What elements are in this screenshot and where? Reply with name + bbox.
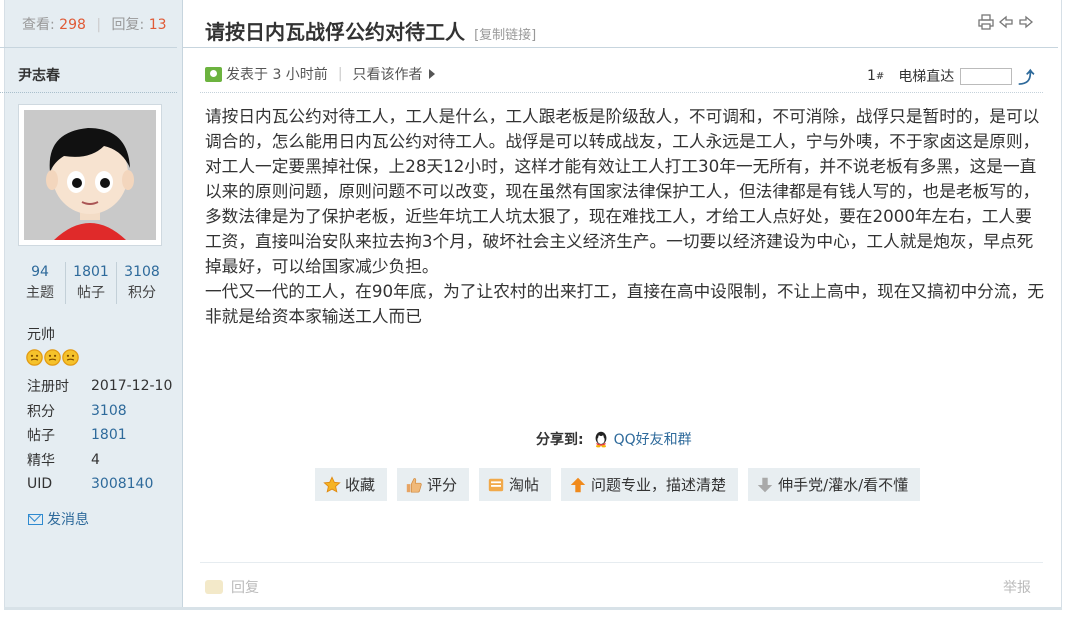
info-row: 帖子 1801 [27,423,172,448]
copy-link-button[interactable]: [复制链接] [474,28,536,43]
post-time: 发表于 3 小时前 [226,67,328,83]
replies-count: 13 [148,17,167,33]
collect-icon [487,476,505,494]
count-threads[interactable]: 94 主题 [15,262,65,304]
info-key: UID [27,476,53,493]
floor-sup: # [875,70,885,82]
info-value: 4 [91,451,100,468]
info-value-link[interactable]: 3108 [91,403,127,419]
posts-label: 帖子 [77,285,105,301]
oppose-button[interactable]: 伸手党/灌水/看不懂 [748,468,921,501]
avatar-image [24,110,156,240]
share-label: 分享到: [536,432,584,448]
threads-value: 94 [31,264,49,280]
post-paragraph: 一代又一代的工人，在90年底，为了让农村的出来打工，直接在高中设限制，不让上高中… [205,281,1044,326]
only-author-link[interactable]: 只看该作者 [353,64,423,84]
smiley-medal-icon [26,349,43,366]
info-value: 2017-12-10 [91,378,173,395]
replies-label: 回复: [111,17,145,33]
share-qq-link[interactable]: QQ好友和群 [614,429,692,449]
smiley-medal-icon [44,349,61,366]
views-count: 298 [59,17,86,33]
sidebar-top-divider [0,47,177,48]
star-icon [323,475,341,494]
floor-number: 1 [867,68,876,84]
bottom-divider [4,607,1062,610]
jump-floor-input[interactable] [960,67,1013,85]
thread-title-bar: 请按日内瓦战俘公约对待工人 [复制链接] [205,16,536,45]
rank-medals [26,349,79,366]
reply-label: 回复 [231,580,259,596]
meta-divider: | [337,66,343,82]
title-divider [182,47,1058,48]
rate-label: 评分 [427,476,458,494]
next-thread-icon[interactable] [1018,14,1034,30]
posts-value: 1801 [73,264,109,280]
info-value-link[interactable]: 3008140 [91,476,153,492]
post-actions: 收藏 评分 淘帖 问题专业，描述清楚 伸手党/灌水/看不懂 [315,468,921,501]
author-divider [0,92,177,93]
thread-stats: 查看: 298 | 回复: 13 [22,14,167,34]
jump-go-icon[interactable]: ⤴ [1018,64,1034,88]
oppose-label: 伸手党/灌水/看不懂 [778,476,909,494]
info-row: 注册时 2017-12-10 [27,374,172,399]
collect-label: 淘帖 [509,476,540,494]
mail-icon [28,513,43,525]
info-key: 帖子 [27,428,55,445]
post-meta: 发表于 3 小时前 | 只看该作者 [205,64,435,84]
online-user-icon [205,66,222,82]
info-value-link[interactable]: 1801 [91,427,127,443]
print-icon[interactable] [978,14,994,30]
send-message-label: 发消息 [47,512,89,528]
favorite-label: 收藏 [345,476,376,494]
report-link[interactable]: 举报 [1003,577,1031,597]
author-rank: 元帅 [27,327,55,343]
up-arrow-icon [569,476,587,494]
thumb-icon [405,476,423,494]
post-paragraph: 请按日内瓦公约对待工人，工人是什么，工人跟老板是阶级敌人，不可调和，不可消除，战… [205,106,1040,276]
avatar[interactable] [18,104,162,246]
stats-divider: | [96,17,102,33]
count-posts[interactable]: 1801 帖子 [65,262,116,304]
post-content: 请按日内瓦公约对待工人，工人是什么，工人跟老板是阶级敌人，不可调和，不可消除，战… [205,104,1047,329]
info-key: 积分 [27,403,55,420]
support-button[interactable]: 问题专业，描述清楚 [561,468,739,501]
reply-button[interactable]: 回复 [205,577,259,597]
send-message-link[interactable]: 发消息 [28,509,89,529]
rate-button[interactable]: 评分 [397,468,470,501]
title-tools [978,14,1034,30]
threads-label: 主题 [26,285,54,301]
author-info: 注册时 2017-12-10 积分 3108 帖子 1801 精华 4 UID … [27,374,172,497]
support-label: 问题专业，描述清楚 [591,476,727,494]
author-name[interactable]: 尹志春 [18,65,60,85]
page-title: 请按日内瓦战俘公约对待工人 [205,20,465,44]
reply-icon [205,580,223,594]
favorite-button[interactable]: 收藏 [315,468,388,501]
share-bar: 分享到: QQ好友和群 [536,429,692,449]
smiley-medal-icon [62,349,79,366]
credits-label: 积分 [128,285,156,301]
collect-button[interactable]: 淘帖 [479,468,552,501]
author-counts: 94 主题 1801 帖子 3108 积分 [15,262,167,304]
down-arrow-icon [756,476,774,494]
prev-thread-icon[interactable] [998,14,1014,30]
info-key: 精华 [27,452,55,469]
views-label: 查看: [22,17,55,33]
info-key: 注册时 [27,379,69,396]
jump-label: 电梯直达 [898,69,955,85]
meta-divider-line [200,92,1043,93]
qq-penguin-icon [595,431,607,448]
info-row: 积分 3108 [27,399,172,424]
count-credits[interactable]: 3108 积分 [116,262,167,304]
floor-nav: 1 # 电梯直达 ⤴ [867,64,1034,88]
info-row: UID 3008140 [27,472,172,497]
info-row: 精华 4 [27,448,172,473]
triangle-right-icon [428,69,435,79]
credits-value: 3108 [124,264,160,280]
footer-divider [200,562,1043,563]
